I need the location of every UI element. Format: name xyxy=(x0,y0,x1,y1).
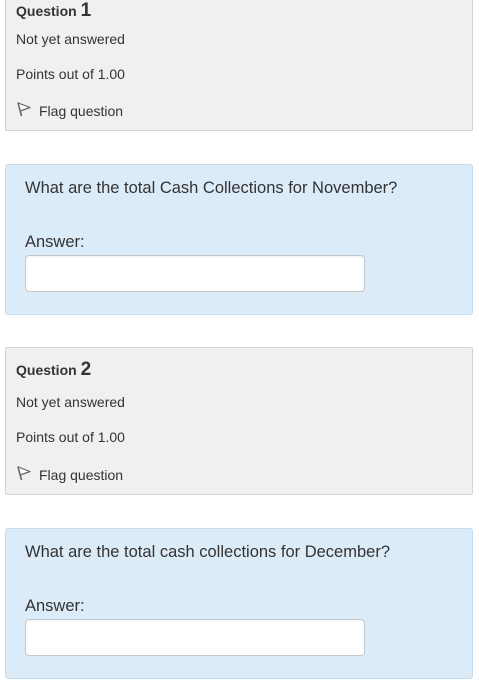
question-state: Not yet answered xyxy=(16,31,125,47)
flag-question-button[interactable]: Flag question xyxy=(16,465,123,484)
answer-input[interactable] xyxy=(25,619,365,656)
question-info-2: Question 2 Not yet answered Points out of… xyxy=(5,347,473,495)
flag-icon xyxy=(16,465,39,484)
question-grade: Points out of 1.00 xyxy=(16,66,125,82)
question-formulation-2: What are the total cash collections for … xyxy=(5,528,473,679)
question-info-1: Question 1 Not yet answered Points out of… xyxy=(5,0,473,131)
flag-question-button[interactable]: Flag question xyxy=(16,101,123,120)
flag-question-label: Flag question xyxy=(39,102,124,119)
answer-input[interactable] xyxy=(25,255,365,292)
question-text: What are the total Cash Collections for … xyxy=(25,179,398,197)
question-label: Question xyxy=(16,3,77,19)
question-number: 1 xyxy=(80,0,92,21)
question-grade: Points out of 1.00 xyxy=(16,429,125,445)
question-formulation-1: What are the total Cash Collections for … xyxy=(5,164,473,315)
question-number: 2 xyxy=(80,359,92,380)
question-number-heading: Question 1 xyxy=(16,0,91,22)
question-state: Not yet answered xyxy=(16,394,125,410)
answer-label: Answer: xyxy=(25,597,85,615)
flag-icon xyxy=(16,101,39,120)
flag-question-label: Flag question xyxy=(39,466,124,483)
answer-label: Answer: xyxy=(25,233,85,251)
question-label: Question xyxy=(16,362,77,378)
question-number-heading: Question 2 xyxy=(16,359,91,381)
question-text: What are the total cash collections for … xyxy=(25,543,391,561)
